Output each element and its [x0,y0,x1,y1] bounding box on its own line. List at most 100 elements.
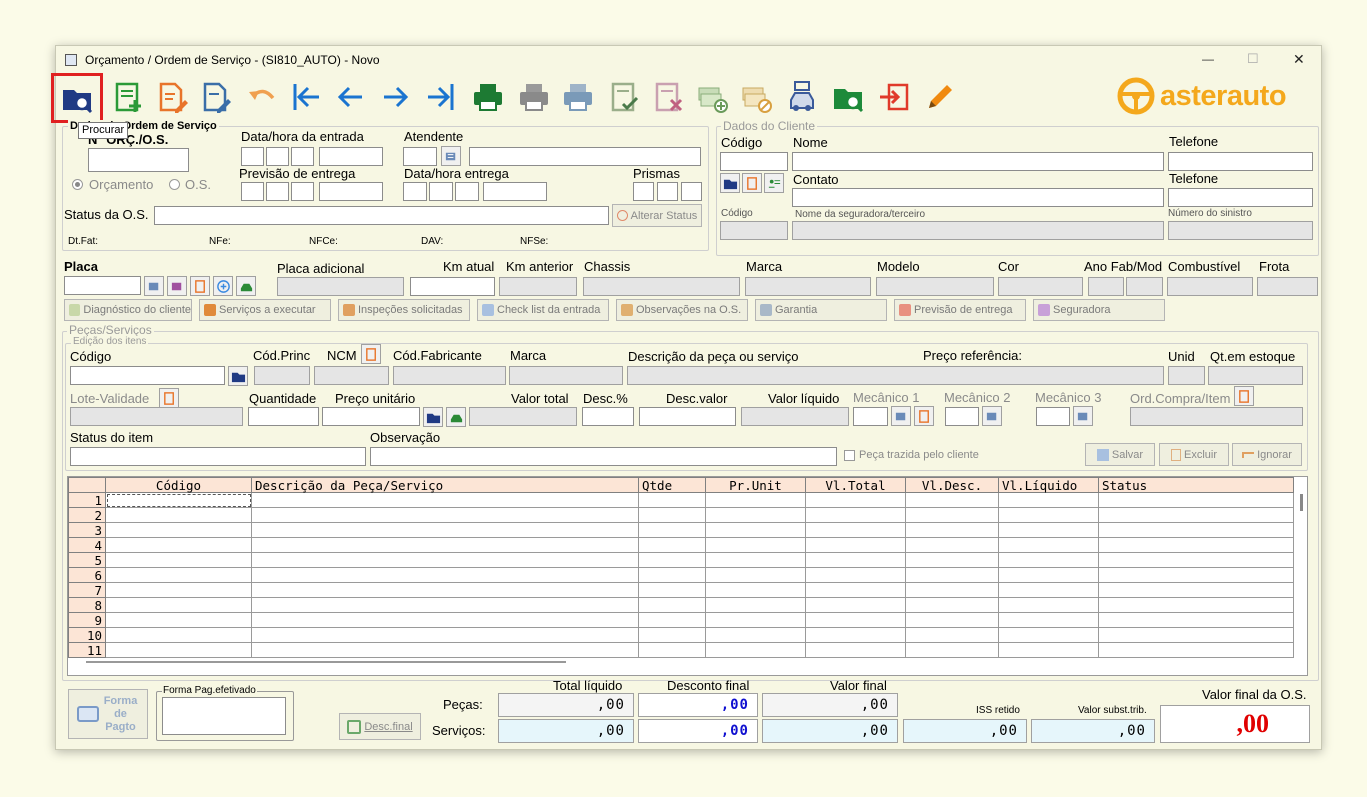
close-button[interactable]: ✕ [1293,51,1305,68]
grid-cell[interactable] [998,522,1099,538]
lote-button[interactable] [159,388,179,408]
edit-button[interactable] [152,76,192,118]
mec3-search-button[interactable] [1073,406,1093,426]
item-search-button[interactable] [228,366,248,386]
atendente-search-button[interactable] [441,146,461,166]
grid-cell[interactable] [805,642,906,658]
last-record-button[interactable] [421,76,461,118]
atendente-name[interactable] [469,147,701,166]
entrada-date-day[interactable] [241,147,264,166]
grid-cell[interactable] [705,582,806,598]
table-row[interactable]: 11 [68,642,1294,658]
cliente-telefone2-input[interactable] [1168,188,1313,207]
table-row[interactable]: 8 [68,597,1294,613]
col-descricao[interactable]: Descrição da Peça/Serviço [251,477,639,493]
previsao-day[interactable] [241,182,264,201]
grid-cell[interactable] [251,507,639,523]
salvar-button[interactable]: Salvar [1085,443,1155,466]
quantidade-input[interactable] [248,407,319,426]
mec1-edit-button[interactable] [914,406,934,426]
grid-cell[interactable] [805,492,906,508]
grid-cell[interactable] [998,507,1099,523]
print-button[interactable] [468,76,508,118]
prisma-1[interactable] [633,182,654,201]
entrada-date-month[interactable] [266,147,289,166]
grid-cell[interactable] [638,507,706,523]
forma-pagto-button[interactable]: Forma de Pagto [68,689,148,739]
grid-cell[interactable] [998,642,1099,658]
grid-cell[interactable] [905,612,999,628]
grid-cell[interactable] [705,627,806,643]
grid-cell[interactable] [1098,507,1294,523]
grid-cell[interactable] [1098,627,1294,643]
entrega-year[interactable] [455,182,479,201]
search-button[interactable] [51,73,103,123]
previsao-month[interactable] [266,182,289,201]
grid-cell[interactable] [638,582,706,598]
radio-os[interactable] [169,179,180,190]
atendente-code[interactable] [403,147,437,166]
print-gray-button[interactable] [514,76,554,118]
grid-cell[interactable] [805,627,906,643]
grid-cell[interactable] [251,612,639,628]
grid-cell[interactable] [805,552,906,568]
mec3-input[interactable] [1036,407,1070,426]
grid-cell[interactable] [105,567,252,583]
prisma-2[interactable] [657,182,678,201]
grid-cell[interactable] [805,507,906,523]
grid-cell[interactable] [251,627,639,643]
placa-search2-button[interactable] [167,276,187,296]
mec2-search-button[interactable] [982,406,1002,426]
previous-record-button[interactable] [330,76,370,118]
prisma-3[interactable] [681,182,702,201]
status-os-input[interactable] [154,206,609,225]
grid-cell[interactable] [805,567,906,583]
cliente-codigo-input[interactable] [720,152,788,171]
grid-cell[interactable] [905,567,999,583]
vertical-scrollbar[interactable] [1300,494,1303,511]
radio-orcamento[interactable] [72,179,83,190]
cliente-contato-input[interactable] [792,188,1164,207]
grid-cell[interactable] [638,552,706,568]
grid-cell[interactable] [805,537,906,553]
observacao-input[interactable] [370,447,837,466]
entrada-date-year[interactable] [291,147,314,166]
placa-edit-button[interactable] [190,276,210,296]
desc-valor-input[interactable] [639,407,736,426]
pencil-button[interactable] [920,76,960,118]
grid-cell[interactable] [998,567,1099,583]
num-input[interactable] [88,148,189,172]
table-row[interactable]: 9 [68,612,1294,628]
col-vl-total[interactable]: Vl.Total [805,477,906,493]
remove-money-button[interactable] [736,76,776,118]
minimize-button[interactable]: — [1202,52,1214,66]
grid-cell[interactable] [905,627,999,643]
grid-cell[interactable] [251,642,639,658]
excluir-button[interactable]: Excluir [1159,443,1229,466]
grid-cell[interactable] [251,567,639,583]
col-pr-unit[interactable]: Pr.Unit [705,477,806,493]
grid-cell[interactable] [638,642,706,658]
grid-cell[interactable] [905,642,999,658]
placa-search-button[interactable] [144,276,164,296]
grid-cell[interactable] [638,537,706,553]
previsao-year[interactable] [291,182,314,201]
grid-cell[interactable] [105,582,252,598]
grid-cell[interactable] [998,492,1099,508]
table-row[interactable]: 6 [68,567,1294,583]
grid-cell[interactable] [805,582,906,598]
grid-cell[interactable] [251,582,639,598]
tab-previsao[interactable]: Previsão de entrega [894,299,1026,321]
desc-final-button[interactable]: Desc.final [339,713,421,740]
grid-cell[interactable] [905,522,999,538]
grid-cell[interactable] [638,567,706,583]
maximize-button[interactable]: ☐ [1247,51,1259,67]
table-row[interactable]: 1 [68,492,1294,508]
grid-cell[interactable] [705,552,806,568]
placa-history-button[interactable] [236,276,256,296]
col-vl-desc[interactable]: Vl.Desc. [905,477,999,493]
grid-cell[interactable] [1098,612,1294,628]
first-record-button[interactable] [286,76,326,118]
placa-input[interactable] [64,276,141,295]
table-row[interactable]: 4 [68,537,1294,553]
